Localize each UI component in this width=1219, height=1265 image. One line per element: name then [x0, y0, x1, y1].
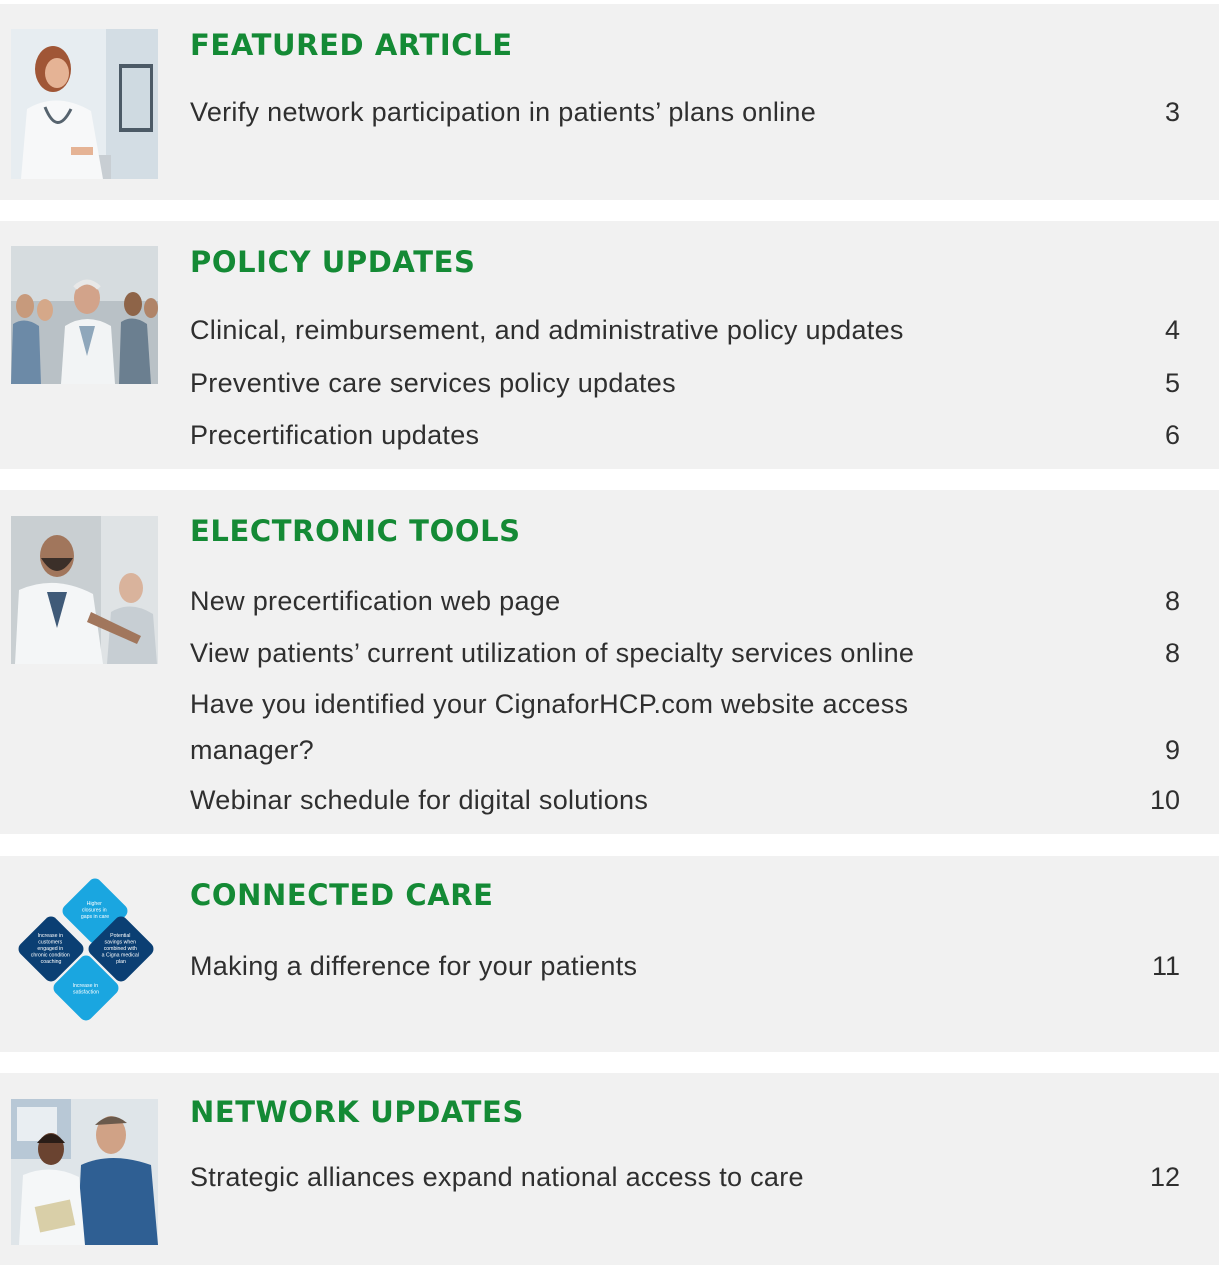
toc-entry[interactable]: Making a difference for your patients 11 [190, 946, 1180, 986]
toc-entry-title: Verify network participation in patients… [190, 97, 817, 127]
toc-entry[interactable]: Verify network participation in patients… [190, 92, 1180, 132]
section-policy-updates: POLICY UPDATES Clinical, reimbursement, … [0, 221, 1219, 469]
toc-entry[interactable]: View patients’ current utilization of sp… [190, 633, 1180, 673]
toc-entry[interactable]: Strategic alliances expand national acce… [190, 1157, 1180, 1197]
diamond-left-line: chronic condition [31, 953, 70, 959]
toc-entry[interactable]: Clinical, reimbursement, and administrat… [190, 310, 1180, 350]
toc-entry[interactable]: New precertification web page 8 [190, 581, 1180, 621]
doctor-and-patient-photo [11, 1099, 158, 1245]
toc-entry-page: 8 [1164, 638, 1180, 668]
diamond-right-line: Potential [110, 933, 130, 939]
diamond-right-line: a Cigna medical [102, 953, 139, 959]
connected-care-diamond-graphic: Higher closures in gaps in care Increase… [8, 876, 160, 1026]
section-heading: CONNECTED CARE [190, 878, 494, 912]
section-heading: POLICY UPDATES [190, 245, 476, 279]
toc-entry-page: 8 [1164, 586, 1180, 616]
diamond-right-line: plan [116, 959, 126, 965]
section-network-updates: NETWORK UPDATES Strategic alliances expa… [0, 1073, 1219, 1265]
toc-entry-title: Webinar schedule for digital solutions [190, 785, 649, 815]
toc-entry-title: Precertification updates [190, 420, 480, 450]
toc-entry-title: New precertification web page [190, 586, 561, 616]
toc-entry-page: 9 [1164, 735, 1180, 765]
diamond-right-line: savings when [105, 940, 137, 946]
diamond-bottom-line: Increase in [73, 983, 98, 989]
section-heading: FEATURED ARTICLE [190, 28, 513, 62]
diamond-left-line: customers [38, 940, 62, 946]
diamond-left-line: coaching [41, 959, 62, 965]
diamond-right-line: combined with [104, 946, 137, 952]
section-featured-article: FEATURED ARTICLE Verify network particip… [0, 4, 1219, 200]
diamond-top-line: gaps in care [81, 914, 109, 920]
section-heading: NETWORK UPDATES [190, 1095, 524, 1129]
toc-entry-page: 3 [1164, 97, 1180, 127]
diamond-top-line: closures in [82, 908, 107, 914]
toc-entry-title: View patients’ current utilization of sp… [190, 638, 915, 668]
diamond-bottom-line: satisfaction [73, 990, 99, 996]
doctor-at-computer-photo [11, 29, 158, 179]
toc-entry[interactable]: Preventive care services policy updates … [190, 363, 1180, 403]
svg-text:Increase in satisfac: Increase in satisfaction [73, 983, 100, 996]
section-electronic-tools: ELECTRONIC TOOLS New precertification we… [0, 490, 1219, 834]
diamond-left-line: Increase in [38, 933, 63, 939]
toc-entry-page: 5 [1164, 368, 1180, 398]
diamond-top-line: Higher [87, 901, 103, 907]
toc-entry[interactable]: Precertification updates 6 [190, 415, 1180, 455]
toc-entry-title: Strategic alliances expand national acce… [190, 1162, 804, 1192]
toc-entry-page: 11 [1151, 951, 1180, 981]
toc-entry-title: Making a difference for your patients [190, 951, 638, 981]
toc-entry-title: Have you identified your CignaforHCP.com… [190, 689, 909, 765]
toc-entry-page: 10 [1149, 785, 1180, 815]
diamond-left-line: engaged in [37, 946, 63, 952]
toc-entry-title: Clinical, reimbursement, and administrat… [190, 315, 904, 345]
conference-audience-photo [11, 246, 158, 384]
section-heading: ELECTRONIC TOOLS [190, 514, 521, 548]
toc-entry[interactable]: Webinar schedule for digital solutions 1… [190, 780, 1180, 820]
toc-entry-title: Preventive care services policy updates [190, 368, 676, 398]
toc-entry-page: 4 [1164, 315, 1180, 345]
toc-entry-page: 6 [1164, 420, 1180, 450]
toc-entry[interactable]: Have you identified your CignaforHCP.com… [190, 681, 1180, 773]
toc-entry-page: 12 [1149, 1162, 1180, 1192]
section-connected-care: Higher closures in gaps in care Increase… [0, 856, 1219, 1052]
physician-presenting-photo [11, 516, 158, 664]
